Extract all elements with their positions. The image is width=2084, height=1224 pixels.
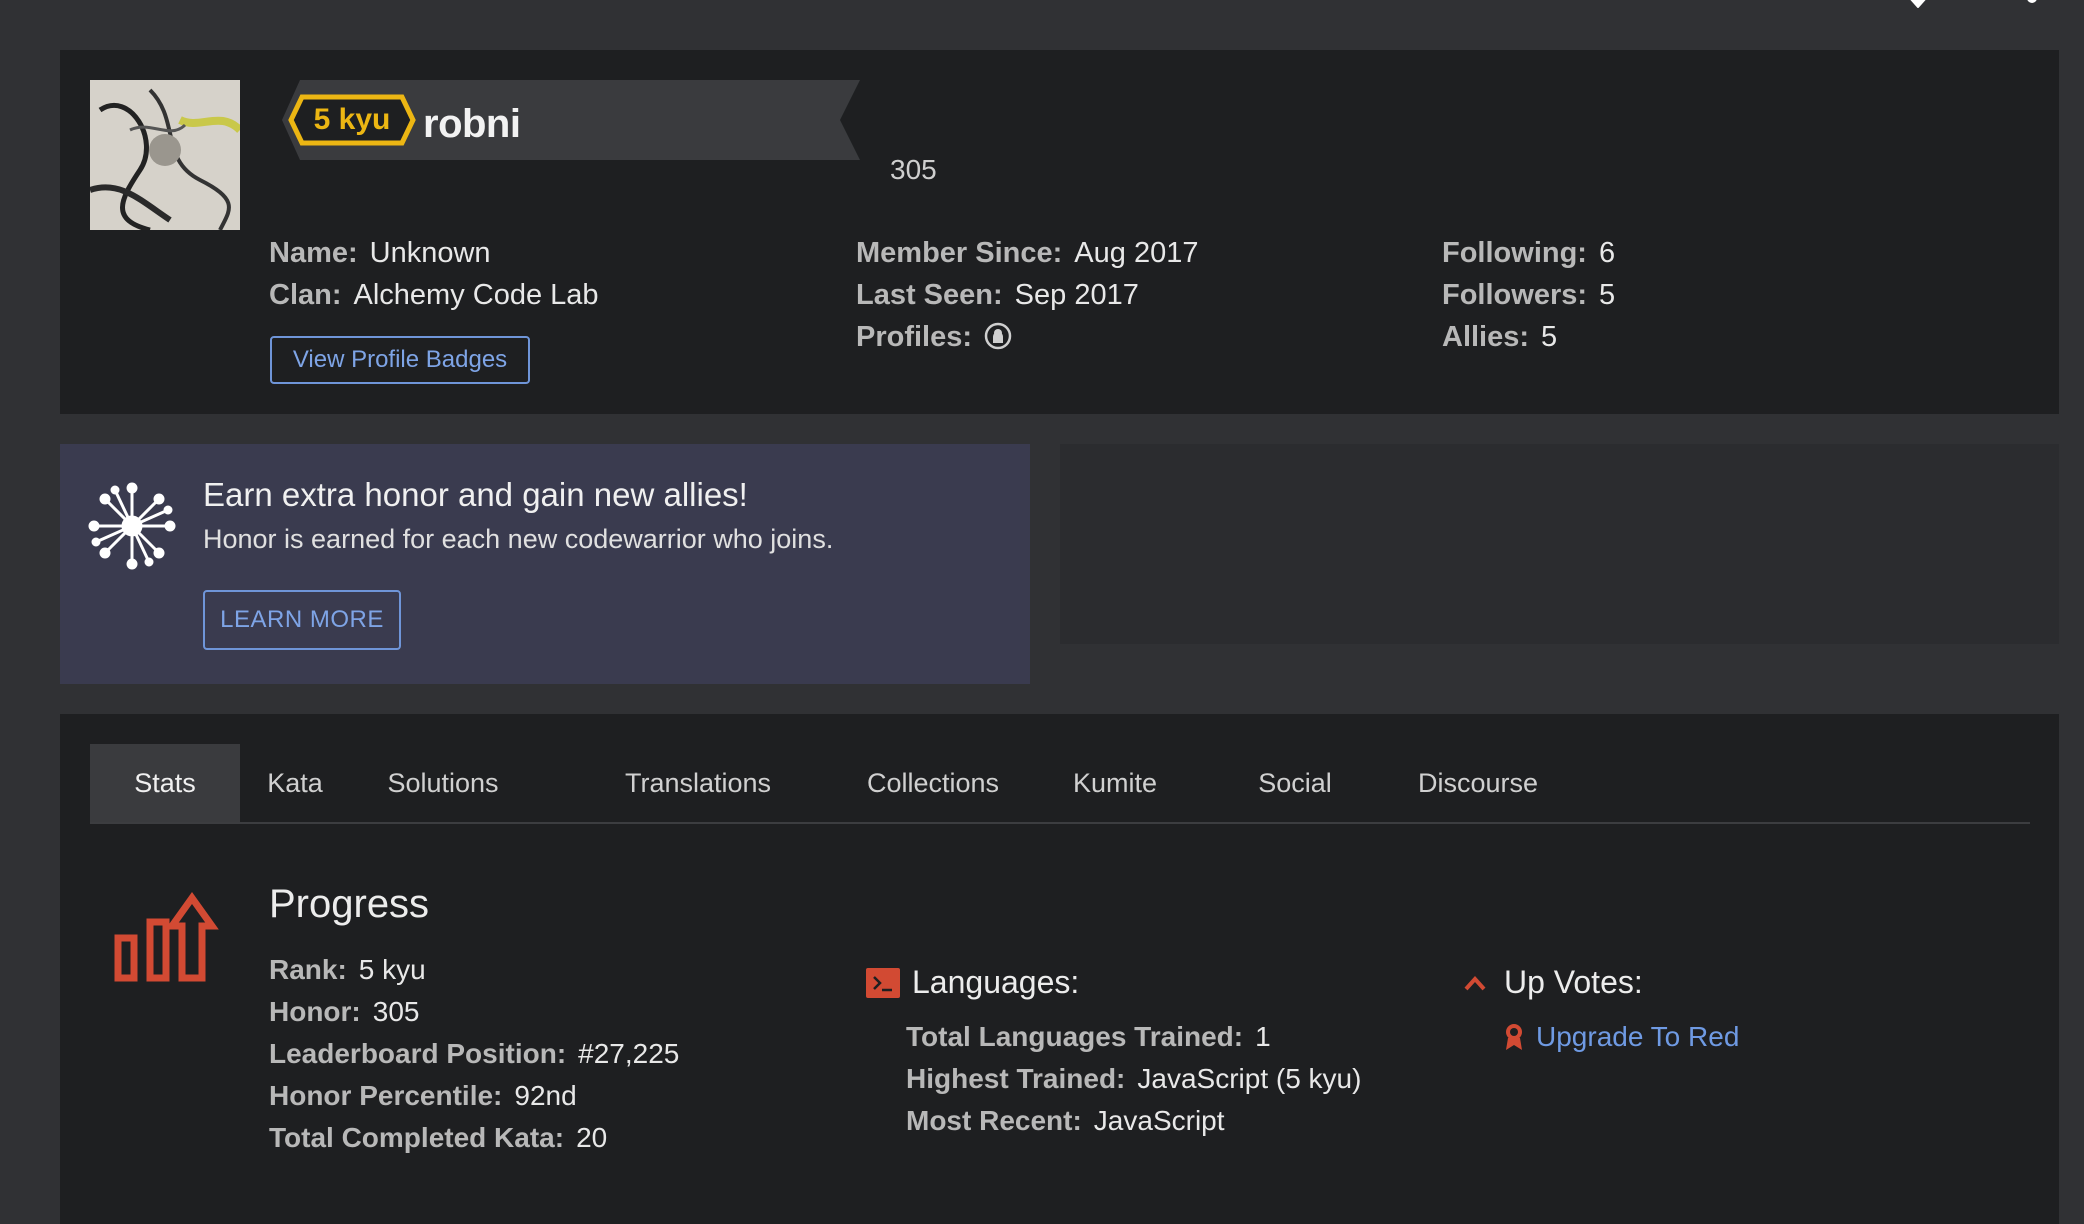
progress-value: 5 kyu [358,954,426,985]
username: robni [423,102,521,146]
rank-banner: 5 kyu [270,80,860,160]
chevron-up-icon [1464,975,1486,990]
progress-label: Honor: [269,996,361,1027]
promo-title: Earn extra honor and gain new allies! [203,476,748,513]
info-label: Allies: [1442,321,1530,353]
languages-heading: Languages: [866,964,1079,1001]
progress-chart-icon [114,891,219,982]
honor-value: 305 [890,154,937,185]
profile-card: 5 kyu robni 305 Name: Unknown Clan: Alchem… [60,50,2059,414]
view-profile-badges-button[interactable]: View Profile Badges [270,336,530,384]
info-row-followers: Followers: 5 [1442,274,1615,316]
info-label: Member Since: [856,237,1063,269]
info-label: Followers: [1442,279,1588,311]
progress-item-percentile: Honor Percentile: 92nd [269,1075,679,1117]
info-value: 6 [1598,237,1616,269]
bookmark-icon[interactable] [1898,0,1938,8]
info-row-allies: Allies: 5 [1442,316,1615,358]
info-label: Last Seen: [856,279,1003,311]
tab-collections[interactable]: Collections [833,744,1033,822]
language-label: Most Recent: [906,1105,1082,1136]
progress-item-leaderboard: Leaderboard Position: #27,225 [269,1033,679,1075]
network-icon [88,482,176,570]
info-column-membership: Member Since: Aug 2017 Last Seen: Sep 2017… [856,232,1198,358]
progress-label: Honor Percentile: [269,1080,503,1111]
tab-social[interactable]: Social [1240,744,1350,822]
progress-value: 92nd [514,1080,577,1111]
upvotes-title: Up Votes: [1504,964,1643,1000]
info-row-member-since: Member Since: Aug 2017 [856,232,1198,274]
info-label: Name: [269,237,358,269]
language-item-total: Total Languages Trained: 1 [906,1016,1361,1058]
upgrade-to-red-link[interactable]: Upgrade To Red [1536,1016,1739,1058]
learn-more-button[interactable]: LEARN MORE [203,590,401,650]
promo-subtitle: Honor is earned for each new codewarrior… [203,524,834,554]
tab-stats[interactable]: Stats [90,744,240,822]
info-row-clan: Clan: Alchemy Code Lab [269,274,599,316]
progress-value: 20 [576,1122,608,1153]
language-label: Highest Trained: [906,1063,1126,1094]
languages-title: Languages: [912,964,1080,1000]
info-row-following: Following: 6 [1442,232,1615,274]
user-menu-icon[interactable] [2026,0,2038,4]
language-value: JavaScript [1093,1105,1225,1136]
info-column-identity: Name: Unknown Clan: Alchemy Code Lab [269,232,599,316]
info-row-name: Name: Unknown [269,232,599,274]
progress-label: Rank: [269,954,347,985]
language-item-highest: Highest Trained: JavaScript (5 kyu) [906,1058,1361,1100]
progress-item-completed: Total Completed Kata: 20 [269,1117,679,1159]
progress-item-honor: Honor: 305 [269,991,679,1033]
progress-item-rank: Rank: 5 kyu [269,949,679,991]
info-value: Sep 2017 [1014,279,1139,311]
avatar[interactable] [90,80,240,230]
tab-discourse[interactable]: Discourse [1393,744,1563,822]
info-label: Clan: [269,279,342,311]
upgrade-to-red[interactable]: Upgrade To Red [1504,1016,1739,1058]
progress-value: 305 [372,996,420,1027]
rank-badge-label: 5 kyu [313,103,391,136]
github-icon[interactable] [984,322,1012,350]
rank-badge[interactable]: 5 kyu [288,94,416,146]
tab-kumite[interactable]: Kumite [1040,744,1190,822]
info-value: 5 [1599,279,1616,311]
ad-placeholder [1060,444,2059,644]
progress-value: #27,225 [578,1038,680,1069]
info-value: Aug 2017 [1074,237,1199,269]
info-value: Unknown [369,237,491,269]
profile-tabs: Stats Kata Solutions Translations Collec… [90,744,2030,824]
tab-translations[interactable]: Translations [598,744,798,822]
referral-promo: Earn extra honor and gain new allies! Ho… [60,444,1030,684]
upvotes-heading: Up Votes: [1464,964,1643,1001]
language-value: 1 [1255,1021,1271,1052]
info-column-social: Following: 6 Followers: 5 Allies: 5 [1442,232,1615,358]
progress-label: Total Completed Kata: [269,1122,565,1153]
info-value: Alchemy Code Lab [353,279,599,311]
progress-title: Progress [269,882,430,926]
language-item-recent: Most Recent: JavaScript [906,1100,1361,1142]
info-row-last-seen: Last Seen: Sep 2017 [856,274,1198,316]
medal-icon [1506,1024,1522,1050]
terminal-icon [866,967,900,998]
progress-label: Leaderboard Position: [269,1038,567,1069]
info-label: Profiles: [856,321,973,353]
info-row-profiles: Profiles: [856,316,1198,358]
language-label: Total Languages Trained: [906,1021,1244,1052]
languages-list: Total Languages Trained: 1 Highest Traine… [906,1016,1361,1142]
progress-list: Rank: 5 kyu Honor: 305 Leaderboard Positio… [269,949,679,1159]
language-value: JavaScript (5 kyu) [1137,1063,1362,1094]
info-label: Following: [1442,237,1587,269]
stats-card: Stats Kata Solutions Translations Collec… [60,714,2059,1224]
tab-kata[interactable]: Kata [240,744,350,822]
tab-solutions[interactable]: Solutions [368,744,518,822]
info-value: 5 [1541,321,1558,353]
